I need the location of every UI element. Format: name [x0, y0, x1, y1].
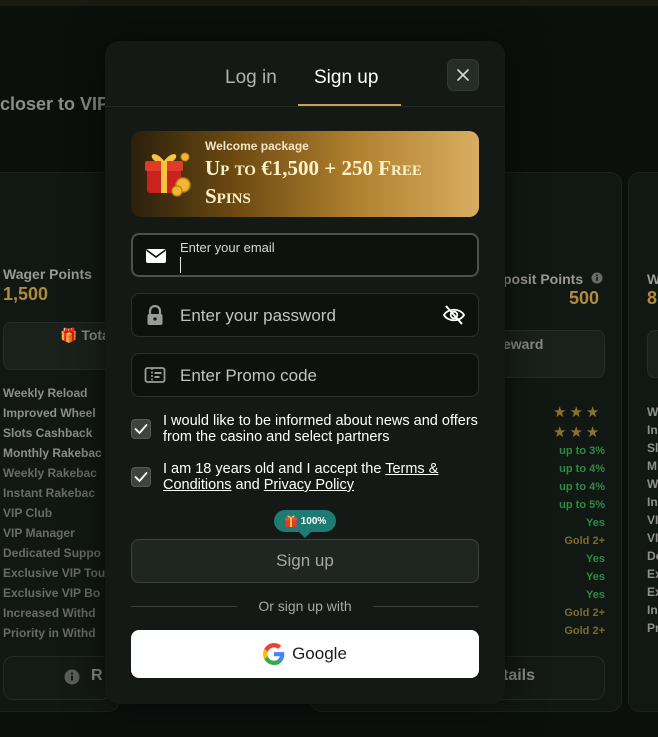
vip-benefit-value: Yes	[586, 553, 605, 565]
vip-benefit-item: Weekly Rakebac	[3, 466, 97, 480]
divider-line	[373, 606, 479, 607]
promo-code-field[interactable]: Enter Promo code	[131, 353, 479, 397]
info-icon	[591, 272, 603, 284]
vip-benefit-item: Instant Rakebac	[3, 486, 96, 500]
vip-benefit-item: W	[647, 477, 658, 491]
password-field[interactable]: Enter your password	[131, 293, 479, 337]
google-button-label: Google	[292, 644, 347, 663]
vip-benefit-item: Pr	[647, 621, 658, 635]
gift-box-icon	[145, 152, 191, 197]
vip-benefit-item: De	[647, 549, 658, 563]
close-icon	[457, 69, 469, 81]
age-consent-prefix: I am 18 years old and I accept the	[163, 461, 386, 477]
vip-benefit-item: Sl	[647, 441, 658, 455]
email-field[interactable]: Enter your email	[131, 233, 479, 277]
vip-benefit-item: Ex	[647, 567, 658, 581]
text-cursor	[180, 257, 181, 273]
vip-benefit-item: Exclusive VIP Bo	[3, 586, 101, 600]
vip-benefit-value: Gold 2+	[564, 535, 605, 547]
star-rating-row: ★★★	[553, 404, 603, 421]
bonus-badge-text: 100%	[300, 515, 327, 527]
vip-benefit-value: Gold 2+	[564, 625, 605, 637]
details-button-label: tails	[503, 667, 536, 684]
vip-benefit-item: Ex	[647, 585, 658, 599]
vip-benefit-value: up to 5%	[559, 499, 605, 511]
vip-benefit-item: Weekly Reload	[3, 386, 88, 400]
checkmark-icon	[134, 472, 148, 482]
wager-points-label: Wager Points	[3, 266, 92, 282]
gift-icon	[284, 515, 297, 527]
social-divider: Or sign up with	[131, 598, 479, 614]
total-button-label: 🎁 Tota	[60, 327, 110, 343]
active-tab-indicator	[298, 104, 401, 106]
right-card-button[interactable]	[647, 330, 658, 378]
tab-log-in[interactable]: Log in	[225, 67, 277, 89]
star-rating-row: ★★★	[553, 424, 603, 441]
lock-icon	[147, 305, 163, 325]
vip-benefit-value: Gold 2+	[564, 607, 605, 619]
age-consent-checkbox[interactable]	[131, 467, 151, 487]
vip-benefit-item: VIP Manager	[3, 526, 75, 540]
vip-heading: closer to VIP	[0, 94, 110, 114]
vip-benefit-value: up to 4%	[559, 481, 605, 493]
vip-benefit-value: Yes	[586, 589, 605, 601]
vip-benefit-item: Dedicated Suppo	[3, 546, 102, 560]
vip-benefit-item: Increased Withd	[3, 606, 96, 620]
news-consent-checkbox[interactable]	[131, 419, 151, 439]
mail-icon	[146, 249, 166, 263]
vip-benefit-item: VI	[647, 531, 658, 545]
vip-benefit-item: Exclusive VIP Tou	[3, 566, 106, 580]
vip-benefit-item: VIP Club	[3, 506, 53, 520]
welcome-package-banner: Welcome package Up to €1,500 + 250 Free …	[131, 131, 479, 217]
wager-points-value: 1,500	[3, 284, 49, 304]
vip-benefit-item: Monthly Rakebac	[3, 446, 102, 460]
promo-ticket-icon	[144, 367, 166, 383]
reward-button-label: eward	[503, 336, 544, 352]
promo-title: Up to €1,500 + 250 Free Spins	[205, 156, 422, 208]
top-bar	[0, 0, 658, 6]
bonus-badge: 100%	[274, 510, 336, 538]
email-label: Enter your email	[180, 240, 275, 255]
vip-benefit-item: Slots Cashback	[3, 426, 93, 440]
age-consent-and: and	[231, 477, 264, 493]
google-logo-icon	[263, 643, 285, 665]
close-button[interactable]	[447, 59, 479, 91]
google-sign-up-button[interactable]: Google	[131, 630, 479, 678]
right-card-label: W	[647, 271, 658, 287]
sign-up-button[interactable]: Sign up	[131, 539, 479, 583]
vip-benefit-item: W	[647, 405, 658, 419]
vip-benefit-item: Priority in Withd	[3, 626, 96, 640]
promo-code-placeholder: Enter Promo code	[180, 366, 318, 385]
vip-benefit-item: In	[647, 423, 658, 437]
vip-benefit-item: VI	[647, 513, 658, 527]
vip-benefit-value: up to 4%	[559, 463, 605, 475]
auth-tabs: Log in Sign up	[105, 41, 505, 107]
age-consent-text: I am 18 years old and I accept the Terms…	[163, 461, 479, 493]
vip-benefit-item: M	[647, 459, 657, 473]
checkmark-icon	[134, 424, 148, 434]
vip-benefit-item: In	[647, 495, 658, 509]
privacy-policy-link[interactable]: Privacy Policy	[264, 477, 354, 493]
vip-benefit-value: Yes	[586, 571, 605, 583]
deposit-points-value: 500	[569, 288, 600, 308]
auth-modal: Log in Sign up Welcome package Up to €1,…	[105, 41, 505, 704]
tab-sign-up[interactable]: Sign up	[314, 67, 378, 89]
vip-benefit-value: Yes	[586, 517, 605, 529]
deposit-points-label: posit Points	[503, 271, 584, 287]
vip-benefit-value: up to 3%	[559, 445, 605, 457]
vip-benefit-item: In	[647, 603, 658, 617]
vip-benefit-item: Improved Wheel	[3, 406, 96, 420]
info-icon	[64, 669, 80, 685]
right-card-points: 8	[647, 288, 658, 308]
password-placeholder: Enter your password	[180, 306, 336, 325]
news-consent-text: I would like to be informed about news a…	[163, 413, 478, 445]
eye-off-icon[interactable]	[442, 304, 466, 326]
promo-kicker: Welcome package	[205, 139, 309, 153]
left-bottom-button-label: R	[91, 667, 103, 684]
